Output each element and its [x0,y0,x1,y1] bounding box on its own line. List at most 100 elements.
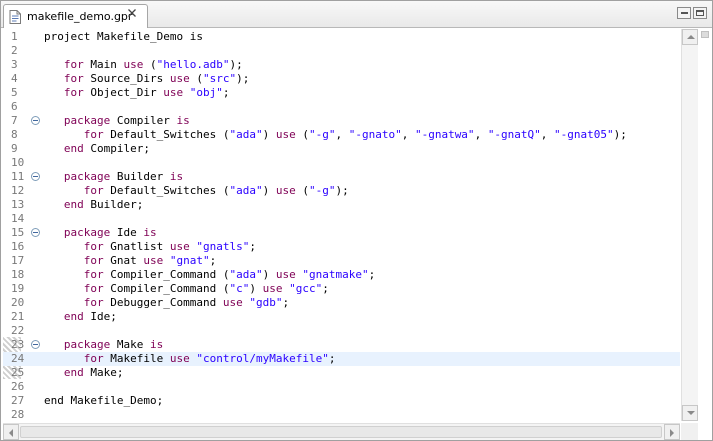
code-line[interactable]: 20 for Debugger_Command use "gdb"; [3,296,680,310]
fold-collapse-icon[interactable] [31,340,40,349]
code-text: end Make; [44,366,124,380]
code-line[interactable]: 21 end Ide; [3,310,680,324]
string-token: "-gnatQ" [487,128,541,141]
string-token: "ada" [229,128,263,141]
code-line[interactable]: 23 package Make is [3,338,680,352]
code-line[interactable]: 24 for Makefile use "control/myMakefile"… [3,352,680,366]
close-icon[interactable] [126,8,138,20]
minimize-icon[interactable] [677,7,691,19]
line-number: 26 [11,380,25,393]
code-line[interactable]: 25 end Make; [3,366,680,380]
code-line[interactable]: 27 end Makefile_Demo; [3,394,680,408]
string-token: "gnatmake" [302,268,369,281]
code-token: Compiler [110,114,177,127]
line-number: 6 [11,100,18,113]
keyword-token: for [83,352,104,365]
code-text: for Source_Dirs use ("src"); [44,72,249,86]
overview-marker [701,31,709,38]
code-line[interactable]: 7 package Compiler is [3,114,680,128]
code-line[interactable]: 1 project Makefile_Demo is [3,30,680,44]
scroll-up-icon[interactable] [682,29,698,45]
string-token: "-g" [308,184,336,197]
keyword-token: for [83,184,104,197]
keyword-token: use [169,240,190,253]
code-text: for Main use ("hello.adb"); [44,58,243,72]
code-line[interactable]: 18 for Compiler_Command ("ada") use "gna… [3,268,680,282]
code-token: ( [143,58,157,71]
code-token: ); [236,72,250,85]
keyword-token: is [169,170,184,183]
code-line[interactable]: 6 [3,100,680,114]
line-number: 2 [11,44,18,57]
code-line[interactable]: 28 [3,408,680,422]
scroll-right-icon[interactable] [664,424,680,440]
code-token: ( [189,72,203,85]
code-line[interactable]: 14 [3,212,680,226]
line-number: 21 [11,310,25,323]
fold-collapse-icon[interactable] [31,172,40,181]
code-line[interactable]: 13 end Builder; [3,198,680,212]
code-line[interactable]: 10 [3,156,680,170]
code-token: Makefile [103,352,170,365]
code-token: Object_Dir [83,86,164,99]
code-line[interactable]: 12 for Default_Switches ("ada") use ("-g… [3,184,680,198]
code-line[interactable]: 22 [3,324,680,338]
string-token: "control/myMakefile" [196,352,329,365]
code-line[interactable]: 19 for Compiler_Command ("c") use "gcc"; [3,282,680,296]
code-token: Builder [110,170,170,183]
code-line[interactable]: 17 for Gnat use "gnat"; [3,254,680,268]
keyword-token: for [63,86,84,99]
string-token: "-gnatwa" [414,128,475,141]
vertical-scrollbar[interactable] [681,29,698,421]
overview-ruler [698,29,712,439]
string-token: "-g" [308,128,336,141]
maximize-icon[interactable] [693,7,707,19]
code-line[interactable]: 2 [3,44,680,58]
editor-tab-bar: makefile_demo.gpr [1,1,712,28]
code-text: package Compiler is [44,114,190,128]
code-line[interactable]: 8 for Default_Switches ("ada") use ("-g"… [3,128,680,142]
code-token: ); [613,128,627,141]
code-token: ; [249,240,256,253]
code-text: package Builder is [44,170,183,184]
code-token: , [335,128,349,141]
horizontal-scrollbar[interactable] [3,423,680,440]
code-token: Gnatlist [103,240,170,253]
code-line[interactable]: 11 package Builder is [3,170,680,184]
string-token: "gnat" [169,254,210,267]
horizontal-scroll-thumb[interactable] [20,426,662,438]
scroll-down-icon[interactable] [682,405,698,421]
keyword-token: use [143,254,164,267]
line-number: 13 [11,198,25,211]
scroll-left-icon[interactable] [3,424,19,440]
keyword-token: for [83,282,104,295]
code-line[interactable]: 16 for Gnatlist use "gnatls"; [3,240,680,254]
code-line[interactable]: 3 for Main use ("hello.adb"); [3,58,680,72]
fold-collapse-icon[interactable] [31,116,40,125]
keyword-token: use [275,128,296,141]
code-token: , [474,128,488,141]
code-line[interactable]: 26 [3,380,680,394]
line-number: 28 [11,408,25,421]
code-line[interactable]: 9 end Compiler; [3,142,680,156]
code-line[interactable]: 15 package Ide is [3,226,680,240]
fold-collapse-icon[interactable] [31,228,40,237]
line-number: 14 [11,212,25,225]
code-line[interactable]: 5 for Object_Dir use "obj"; [3,86,680,100]
code-token: ); [229,58,243,71]
code-token: ); [335,184,349,197]
tab-makefile-demo[interactable]: makefile_demo.gpr [3,4,148,28]
code-editor[interactable]: 1 project Makefile_Demo is 2 3 for Main use… [3,29,680,423]
code-token: ; [322,282,329,295]
code-line[interactable]: 4 for Source_Dirs use ("src"); [3,72,680,86]
keyword-token: for [83,240,104,253]
code-token: Make [110,338,150,351]
